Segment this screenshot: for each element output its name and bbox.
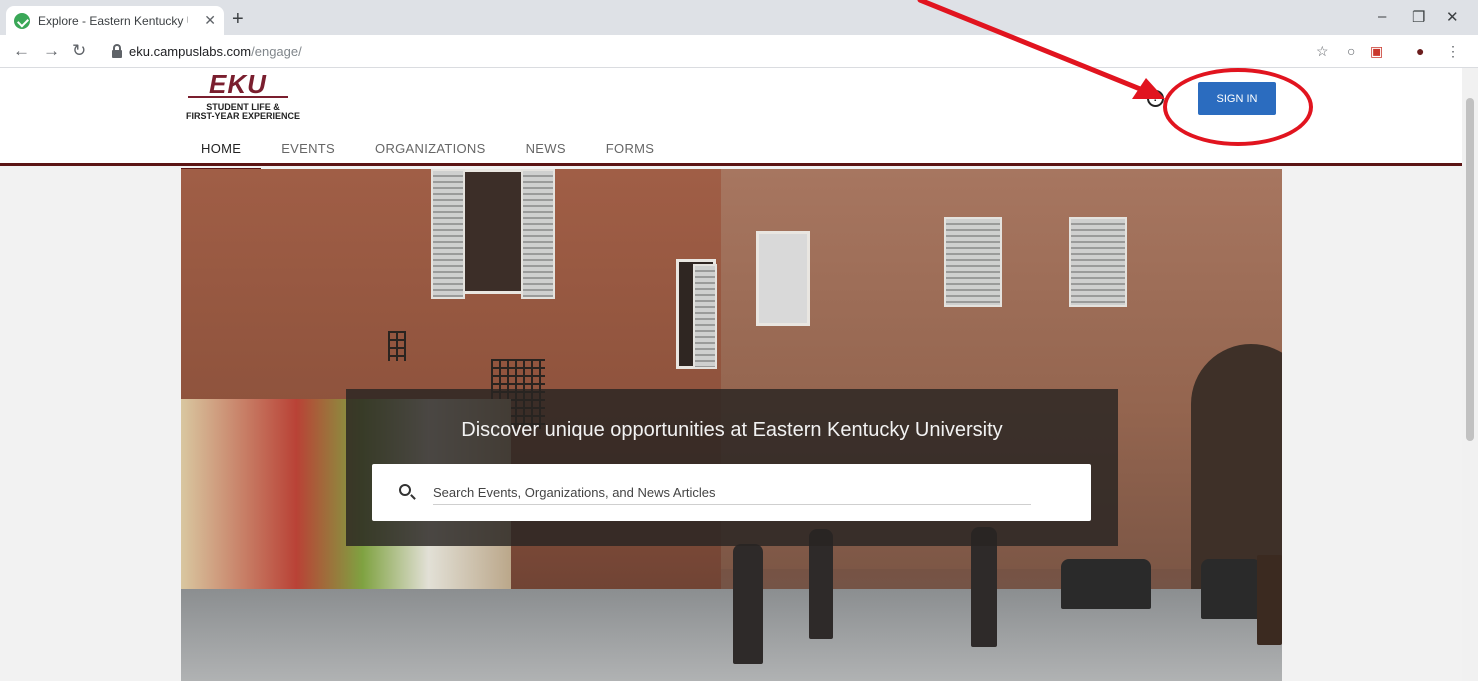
- hero-cafe-tables: [1061, 559, 1151, 609]
- hero-shutter: [944, 217, 1002, 307]
- address-bar[interactable]: eku.campuslabs.com/engage/: [100, 38, 1400, 65]
- nav-item-organizations[interactable]: ORGANIZATIONS: [355, 131, 506, 171]
- forward-arrow-icon[interactable]: →: [43, 41, 60, 61]
- nav-item-events[interactable]: EVENTS: [261, 131, 355, 171]
- hero-banner: Discover unique opportunities at Eastern…: [181, 169, 1282, 681]
- hero-menu-board: [1257, 555, 1282, 645]
- site-header: EKU STUDENT LIFE & FIRST-YEAR EXPERIENCE…: [0, 68, 1462, 171]
- search-input[interactable]: [433, 480, 1031, 505]
- menu-kebab-icon[interactable]: ⋮: [1446, 43, 1460, 60]
- site-favicon-icon: [14, 12, 30, 29]
- reload-icon[interactable]: ↻: [72, 41, 86, 61]
- scrollbar-thumb[interactable]: [1466, 98, 1474, 441]
- hero-search-overlay: Discover unique opportunities at Eastern…: [346, 389, 1118, 546]
- hero-vent: [388, 331, 406, 361]
- nav-item-forms[interactable]: FORMS: [586, 131, 674, 171]
- eku-logo[interactable]: EKU STUDENT LIFE & FIRST-YEAR EXPERIENCE: [178, 71, 308, 121]
- tab-close-icon[interactable]: ✕: [204, 12, 216, 29]
- search-box: [372, 464, 1091, 521]
- logo-subtitle-2: FIRST-YEAR EXPERIENCE: [185, 111, 301, 121]
- hero-window: [756, 231, 810, 326]
- extension-circle-icon[interactable]: ○: [1347, 43, 1355, 59]
- profile-avatar-icon[interactable]: ●: [1416, 43, 1424, 59]
- page-viewport: EKU STUDENT LIFE & FIRST-YEAR EXPERIENCE…: [0, 68, 1462, 681]
- help-icon[interactable]: ?: [1147, 90, 1164, 107]
- logo-wordmark: EKU: [188, 71, 288, 98]
- new-tab-button[interactable]: +: [232, 8, 244, 31]
- hero-shutter: [1069, 217, 1127, 307]
- hero-cafe-tables: [1201, 559, 1261, 619]
- hero-shutter: [521, 169, 555, 299]
- search-icon: [399, 484, 411, 496]
- pdf-extension-icon[interactable]: ▣: [1370, 43, 1383, 60]
- lock-icon: [112, 43, 122, 58]
- hero-shutter: [693, 264, 717, 369]
- tab-title: Explore - Eastern Kentucky Unive: [38, 13, 188, 28]
- annotation-circle: [1163, 68, 1313, 146]
- browser-tabstrip: Explore - Eastern Kentucky Unive ✕ + – ❐…: [0, 0, 1478, 35]
- main-nav: HOME EVENTS ORGANIZATIONS NEWS FORMS: [181, 131, 674, 171]
- hero-title: Discover unique opportunities at Eastern…: [461, 419, 1003, 441]
- minimize-icon[interactable]: –: [1378, 8, 1386, 25]
- back-arrow-icon[interactable]: ←: [13, 41, 30, 61]
- bookmark-star-icon[interactable]: ☆: [1316, 43, 1329, 60]
- browser-tab[interactable]: Explore - Eastern Kentucky Unive ✕: [6, 6, 224, 35]
- hero-shutter: [431, 169, 465, 299]
- url-text: eku.campuslabs.com/engage/: [129, 44, 302, 59]
- restore-icon[interactable]: ❐: [1412, 8, 1425, 26]
- close-window-icon[interactable]: ✕: [1446, 8, 1459, 26]
- nav-item-home[interactable]: HOME: [181, 131, 262, 171]
- hero-person: [733, 544, 763, 664]
- browser-toolbar: ← → ↻ eku.campuslabs.com/engage/ ☆ ○ ▣ ●…: [0, 35, 1478, 68]
- page-scrollbar[interactable]: [1462, 68, 1478, 681]
- nav-item-news[interactable]: NEWS: [506, 131, 586, 171]
